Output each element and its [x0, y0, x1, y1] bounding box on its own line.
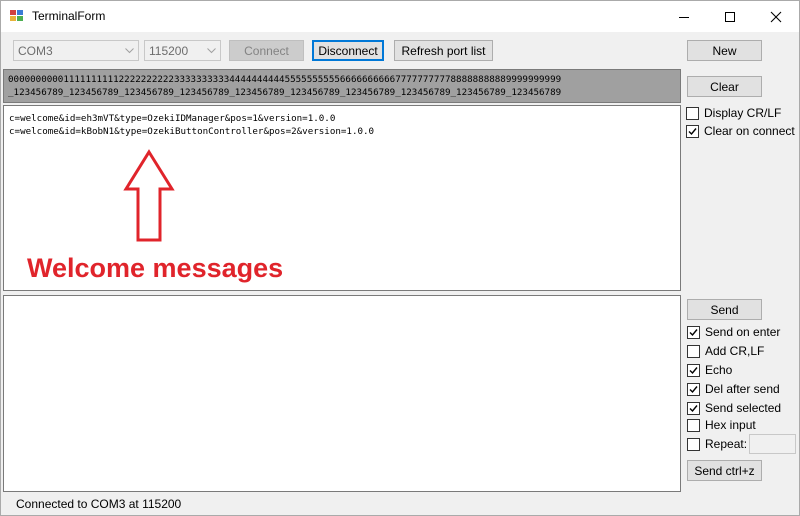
- close-button[interactable]: [753, 1, 799, 32]
- connect-button[interactable]: Connect: [229, 40, 304, 61]
- checkbox-empty-icon: [686, 106, 699, 120]
- annotation-arrow: [123, 149, 175, 242]
- hex-input-checkbox[interactable]: Hex input: [687, 417, 756, 433]
- maximize-button[interactable]: [707, 1, 753, 32]
- repeat-checkbox[interactable]: Repeat:: [687, 436, 747, 452]
- new-button[interactable]: New: [687, 40, 762, 61]
- checkmark-icon: [686, 124, 699, 138]
- checkbox-empty-icon: [687, 344, 700, 358]
- ruler-line-tens: 0000000000111111111122222222223333333333…: [8, 74, 562, 85]
- del-after-send-label: Del after send: [705, 382, 780, 396]
- send-ctrl-z-button[interactable]: Send ctrl+z: [687, 460, 762, 481]
- checkbox-empty-icon: [687, 437, 700, 451]
- hex-input-label: Hex input: [705, 418, 756, 432]
- clear-on-connect-checkbox[interactable]: Clear on connect: [686, 123, 795, 139]
- received-line: c=welcome&id=kBobN1&type=OzekiButtonCont…: [9, 126, 375, 137]
- chevron-down-icon: [203, 41, 220, 60]
- del-after-send-checkbox[interactable]: Del after send: [687, 381, 780, 397]
- disconnect-button[interactable]: Disconnect: [312, 40, 384, 61]
- checkmark-icon: [687, 363, 700, 377]
- echo-checkbox[interactable]: Echo: [687, 362, 732, 378]
- column-ruler: 0000000000111111111122222222223333333333…: [3, 69, 681, 103]
- add-crlf-label: Add CR,LF: [705, 344, 765, 358]
- checkmark-icon: [687, 382, 700, 396]
- add-crlf-checkbox[interactable]: Add CR,LF: [687, 343, 764, 359]
- baud-combo[interactable]: 115200: [144, 40, 221, 61]
- display-crlf-checkbox[interactable]: Display CR/LF: [686, 105, 781, 121]
- checkbox-empty-icon: [687, 418, 700, 432]
- clear-on-connect-label: Clear on connect: [704, 124, 795, 138]
- baud-value: 115200: [149, 44, 189, 58]
- repeat-interval-input[interactable]: [749, 434, 796, 454]
- send-selected-label: Send selected: [705, 401, 782, 415]
- echo-label: Echo: [705, 363, 733, 377]
- send-on-enter-checkbox[interactable]: Send on enter: [687, 324, 780, 340]
- maximize-icon: [725, 11, 735, 22]
- window-title: TerminalForm: [32, 9, 106, 23]
- checkmark-icon: [687, 325, 700, 339]
- repeat-label: Repeat:: [705, 437, 748, 451]
- minimize-button[interactable]: [661, 1, 707, 32]
- title-bar[interactable]: TerminalForm: [1, 1, 799, 32]
- status-bar: Connected to COM3 at 115200: [1, 493, 799, 515]
- minimize-icon: [679, 16, 689, 18]
- clear-button[interactable]: Clear: [687, 76, 762, 97]
- terminal-form-window: TerminalForm COM3 115200 Connect Disconn…: [0, 0, 800, 516]
- annotation-label: Welcome messages: [27, 253, 284, 283]
- send-on-enter-label: Send on enter: [705, 325, 781, 339]
- close-icon: [770, 11, 782, 22]
- port-combo[interactable]: COM3: [13, 40, 139, 61]
- port-value: COM3: [18, 44, 53, 58]
- app-icon: [10, 10, 24, 22]
- refresh-port-list-button[interactable]: Refresh port list: [394, 40, 493, 61]
- send-button[interactable]: Send: [687, 299, 762, 320]
- send-selected-checkbox[interactable]: Send selected: [687, 400, 781, 416]
- chevron-down-icon: [121, 41, 138, 60]
- status-text: Connected to COM3 at 115200: [16, 497, 182, 511]
- checkmark-icon: [687, 401, 700, 415]
- received-line: c=welcome&id=eh3mVT&type=OzekiIDManager&…: [9, 113, 336, 124]
- ruler-line-units: _123456789_123456789_123456789_123456789…: [8, 87, 562, 98]
- send-input[interactable]: [3, 295, 681, 492]
- display-crlf-label: Display CR/LF: [704, 106, 782, 120]
